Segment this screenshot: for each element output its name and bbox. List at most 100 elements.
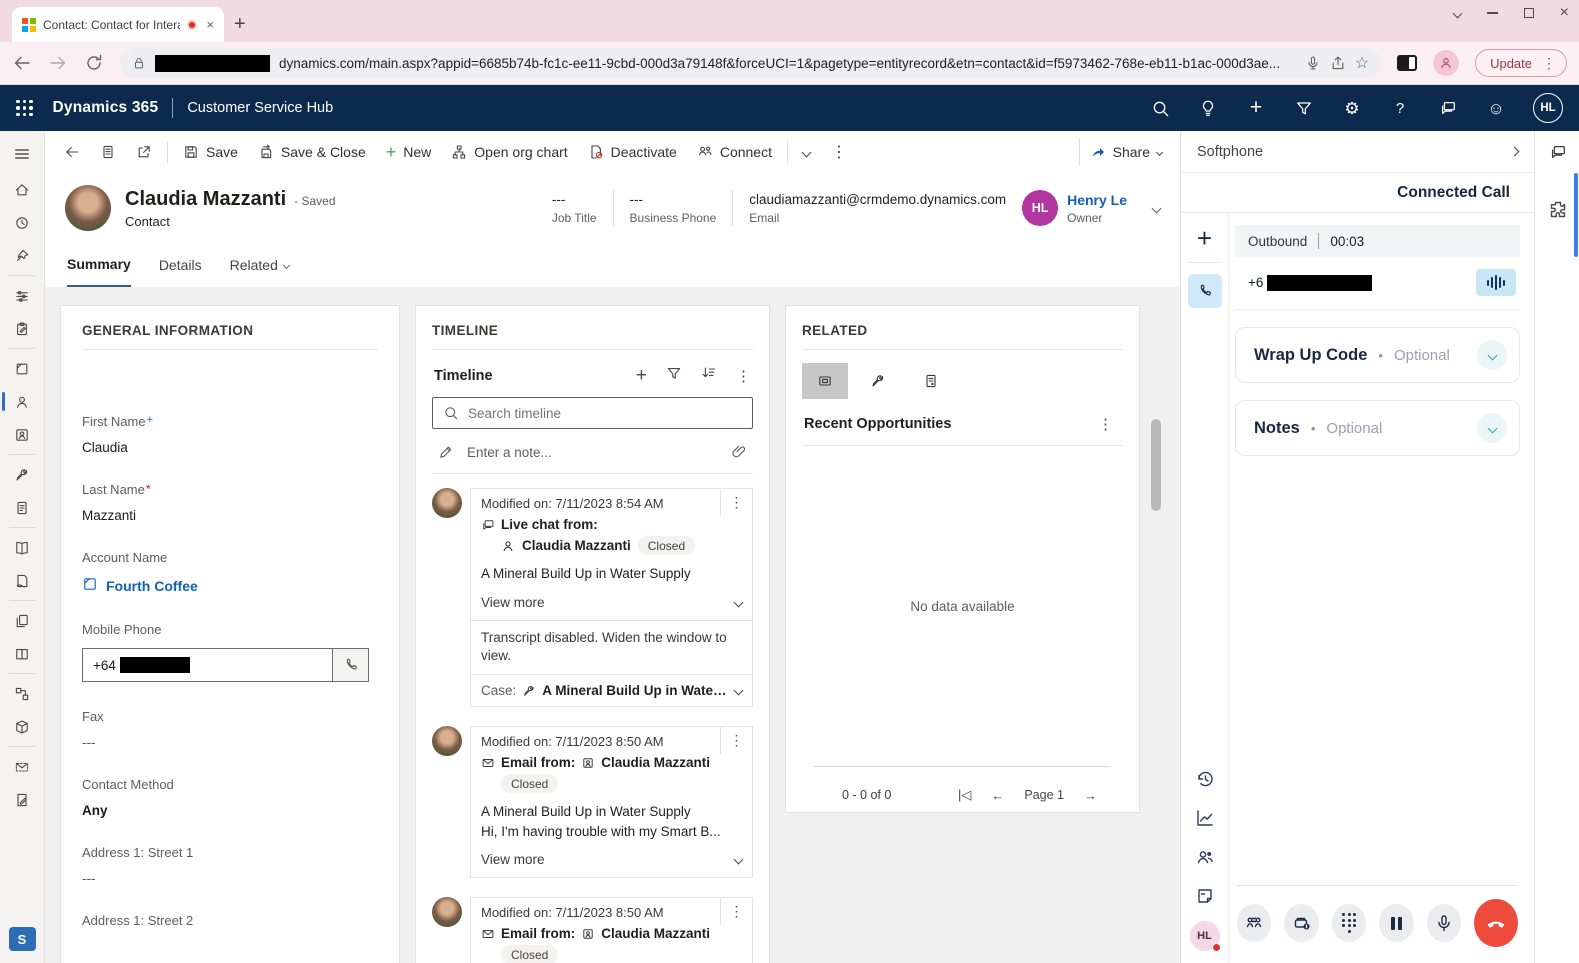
bookmark-star-icon[interactable]: ☆ xyxy=(1355,53,1369,73)
business-phone-field[interactable]: --- Business Phone xyxy=(630,192,717,225)
sidebar-dashboards-icon[interactable] xyxy=(0,279,44,312)
dialpad-button[interactable] xyxy=(1332,904,1366,942)
fax-field[interactable]: Fax --- xyxy=(82,709,378,750)
open-org-chart-button[interactable]: Open org chart xyxy=(442,138,576,166)
mobile-phone-field[interactable]: Mobile Phone +64 xyxy=(82,622,378,682)
sidebar-copy-icon[interactable] xyxy=(0,604,44,637)
page-back-button[interactable] xyxy=(55,138,89,166)
entry-contact[interactable]: Claudia Mazzanti xyxy=(601,926,710,941)
connect-button[interactable]: Connect xyxy=(688,138,781,166)
address-bar[interactable]: dynamics.com/main.aspx?appid=6685b74b-fc… xyxy=(120,48,1381,78)
overflow-menu-icon[interactable]: ⋮ xyxy=(821,142,857,162)
sidebar-queues-icon[interactable] xyxy=(0,491,44,524)
share-icon[interactable] xyxy=(1330,55,1346,71)
sidebar-social-profiles-icon[interactable] xyxy=(0,418,44,451)
entry-card[interactable]: Modified on: 7/11/2023 8:54 AM ⋮ Live ch… xyxy=(470,488,753,707)
entry-more-icon[interactable]: ⋮ xyxy=(720,898,752,925)
call-history-icon[interactable] xyxy=(1195,759,1215,798)
quick-create-plus-icon[interactable]: + xyxy=(1239,96,1273,120)
smiley-icon[interactable]: ☺ xyxy=(1479,100,1513,117)
user-avatar[interactable]: HL xyxy=(1533,93,1563,123)
softphone-new-icon[interactable]: + xyxy=(1197,225,1212,251)
help-icon[interactable]: ? xyxy=(1383,101,1417,116)
related-tab-entitlements-icon[interactable] xyxy=(908,363,954,399)
notes-sticky-icon[interactable] xyxy=(1195,876,1215,915)
analytics-chart-icon[interactable] xyxy=(1195,798,1215,837)
collapse-pane-chevron[interactable] xyxy=(1510,147,1520,157)
fax-value[interactable]: --- xyxy=(82,735,378,750)
dynamics-brand[interactable]: Dynamics 365 xyxy=(53,99,159,117)
entry-subject[interactable]: A Mineral Build Up in Water Supply xyxy=(481,564,742,584)
address-street2-field[interactable]: Address 1: Street 2 xyxy=(82,913,378,928)
previous-page-icon[interactable]: ← xyxy=(991,788,1004,803)
deactivate-button[interactable]: Deactivate xyxy=(579,138,686,166)
side-panel-icon[interactable] xyxy=(1397,55,1417,71)
waffle-icon[interactable] xyxy=(16,100,33,117)
agent-avatar[interactable]: HL xyxy=(1190,921,1220,951)
account-link-text[interactable]: Fourth Coffee xyxy=(106,578,198,594)
contacts-people-icon[interactable] xyxy=(1195,837,1215,876)
related-section-more-icon[interactable]: ⋮ xyxy=(1090,415,1121,433)
forward-button[interactable] xyxy=(48,53,68,73)
reload-button[interactable] xyxy=(84,53,104,73)
window-close-button[interactable]: × xyxy=(1560,6,1569,20)
view-more-row[interactable]: View more xyxy=(481,852,742,867)
sidebar-contacts-icon[interactable] xyxy=(0,385,44,418)
record-call-button[interactable] xyxy=(1284,904,1318,942)
more-commands-chevron[interactable] xyxy=(794,143,819,162)
window-minimize-button[interactable] xyxy=(1487,6,1498,20)
timeline-search-input[interactable] xyxy=(468,406,742,421)
hold-button[interactable] xyxy=(1379,904,1413,942)
timeline-add-icon[interactable]: + xyxy=(636,366,647,385)
case-title[interactable]: A Mineral Build Up in Water S... xyxy=(542,683,729,698)
tab-related[interactable]: Related xyxy=(230,243,289,287)
browser-profile-avatar[interactable] xyxy=(1433,50,1459,76)
contact-method-field[interactable]: Contact Method Any xyxy=(82,777,378,818)
address-street1-field[interactable]: Address 1: Street 1 --- xyxy=(82,845,378,886)
search-icon[interactable] xyxy=(1143,99,1177,118)
paperclip-icon[interactable] xyxy=(731,444,747,460)
browser-menu-icon[interactable]: ⋮ xyxy=(1542,55,1556,72)
timeline-more-icon[interactable]: ⋮ xyxy=(736,367,751,385)
feedback-chat-icon[interactable] xyxy=(1431,99,1465,117)
sidebar-pinned-icon[interactable] xyxy=(0,239,44,272)
entry-more-icon[interactable]: ⋮ xyxy=(720,489,752,516)
save-and-close-button[interactable]: Save & Close xyxy=(249,138,375,166)
sidebar-recent-icon[interactable] xyxy=(0,206,44,239)
audio-waveform-button[interactable] xyxy=(1476,269,1516,296)
mobile-phone-input[interactable]: +64 xyxy=(83,649,332,681)
job-title-field[interactable]: --- Job Title xyxy=(552,192,597,225)
expand-wrapup-chevron[interactable] xyxy=(1477,340,1507,370)
expand-notes-chevron[interactable] xyxy=(1477,413,1507,443)
entry-more-icon[interactable]: ⋮ xyxy=(720,727,752,754)
tab-summary[interactable]: Summary xyxy=(67,243,131,287)
first-name-value[interactable]: Claudia xyxy=(82,440,378,455)
timeline-sort-icon[interactable] xyxy=(701,365,717,386)
last-name-field[interactable]: Last Name* Mazzanti xyxy=(82,482,378,523)
mute-mic-button[interactable] xyxy=(1427,904,1461,942)
notes-section[interactable]: Notes • Optional xyxy=(1235,400,1520,456)
sidebar-products-icon[interactable] xyxy=(0,710,44,743)
related-tab-opportunities-icon[interactable] xyxy=(802,363,848,399)
entry-case-row[interactable]: Case: A Mineral Build Up in Water S... xyxy=(471,674,752,706)
wrap-up-code-section[interactable]: Wrap Up Code • Optional xyxy=(1235,327,1520,383)
tab-close-icon[interactable]: × xyxy=(204,17,216,32)
sidebar-book-icon[interactable] xyxy=(0,637,44,670)
collapse-header-chevron[interactable] xyxy=(1153,199,1160,217)
sidebar-activities-icon[interactable] xyxy=(0,312,44,345)
sidebar-knowledge-articles-icon[interactable] xyxy=(0,531,44,564)
active-call-phone-icon[interactable] xyxy=(1188,274,1222,308)
sitemap-toggle-hamburger-icon[interactable] xyxy=(0,135,44,173)
browser-tab[interactable]: Contact: Contact for Interact × xyxy=(12,7,224,42)
entry-contact[interactable]: Claudia Mazzanti xyxy=(522,538,631,553)
timeline-note-row[interactable]: Enter a note... xyxy=(432,429,753,474)
app-name[interactable]: Customer Service Hub xyxy=(187,100,333,116)
first-name-field[interactable]: First Name+ Claudia xyxy=(82,414,378,455)
contact-photo-avatar[interactable] xyxy=(65,185,111,231)
sidebar-knowledge-search-icon[interactable] xyxy=(0,564,44,597)
entry-card[interactable]: Modified on: 7/11/2023 8:50 AM ⋮ Email f… xyxy=(470,726,753,878)
window-maximize-button[interactable] xyxy=(1524,6,1534,20)
lightbulb-icon[interactable] xyxy=(1191,99,1225,117)
next-page-icon[interactable]: → xyxy=(1084,788,1097,803)
timeline-search[interactable] xyxy=(432,397,753,429)
